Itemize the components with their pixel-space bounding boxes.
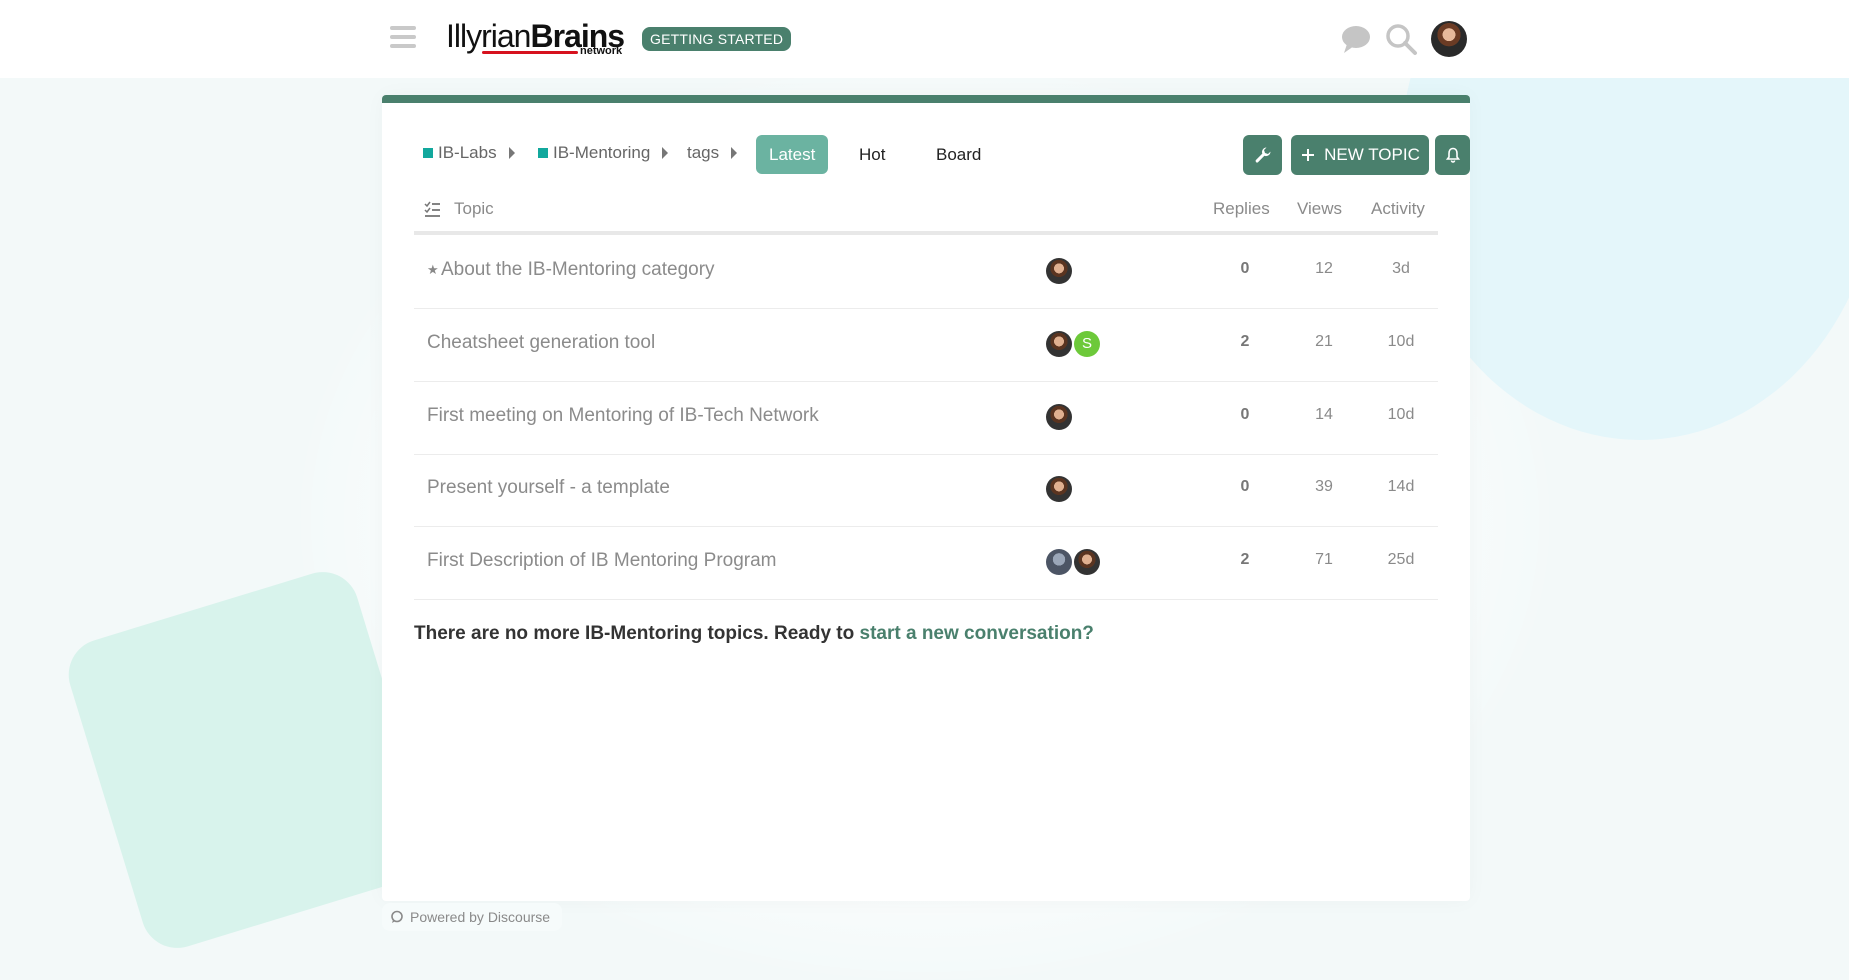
category-color-square [423,148,433,158]
views-count: 14 [1315,406,1333,423]
column-header-views[interactable]: Views [1297,199,1342,219]
plus-icon [1302,149,1315,161]
getting-started-badge[interactable]: GETTING STARTED [642,27,792,51]
hamburger-menu-icon[interactable] [390,26,416,50]
site-logo[interactable]: IllyrianBrains network [446,18,626,58]
activity-age[interactable]: 10d [1371,406,1431,424]
column-header-activity[interactable]: Activity [1371,199,1425,219]
table-row[interactable]: Present yourself - a template 0 39 14d [414,454,1438,527]
new-topic-label: NEW TOPIC [1324,145,1420,164]
poster-avatar[interactable] [1046,331,1072,357]
views-count: 21 [1315,333,1333,350]
topic-title-link[interactable]: Present yourself - a template [427,477,670,499]
poster-avatars [1046,476,1074,502]
poster-avatar[interactable] [1074,549,1100,575]
breadcrumb-category-ib-mentoring[interactable]: IB-Mentoring [538,143,669,163]
poster-avatar[interactable] [1046,258,1072,284]
breadcrumb-label: IB-Mentoring [553,143,651,162]
topic-list-header: Topic Replies Views Activity [414,191,1438,235]
replies-count: 2 [1240,333,1250,350]
poster-avatar[interactable] [1046,549,1072,575]
poster-avatars [1046,404,1074,430]
views-count: 12 [1315,260,1333,277]
breadcrumb-category-ib-labs[interactable]: IB-Labs [423,143,515,163]
navigation-bar: IB-Labs IB-Mentoring tags Latest Hot Boa… [414,135,1470,175]
replies-count: 2 [1240,551,1250,568]
wrench-button[interactable] [1243,135,1282,175]
tab-board[interactable]: Board [923,135,994,174]
category-color-square [538,148,548,158]
views-count: 71 [1315,551,1333,568]
topic-title-link[interactable]: ★ About the IB-Mentoring category [427,259,715,281]
table-row[interactable]: First meeting on Mentoring of IB-Tech Ne… [414,382,1438,455]
column-header-topic[interactable]: Topic [454,199,494,219]
powered-by-discourse-link[interactable]: Powered by Discourse [382,903,563,931]
topic-title-link[interactable]: Cheatsheet generation tool [427,332,655,354]
tab-hot[interactable]: Hot [846,135,898,174]
discourse-icon [391,910,403,923]
no-more-topics-message: There are no more IB-Mentoring topics. R… [414,623,1094,644]
table-row[interactable]: Cheatsheet generation tool S 2 21 10d [414,309,1438,382]
notifications-button[interactable] [1435,135,1470,175]
logo-underline [482,51,578,54]
user-avatar[interactable] [1431,21,1467,57]
category-color-bar [382,95,1470,103]
breadcrumb-tags[interactable]: tags [687,143,738,163]
caret-right-icon [508,147,515,159]
topic-list-card: IB-Labs IB-Mentoring tags Latest Hot Boa… [382,95,1470,901]
chat-icon[interactable] [1339,22,1373,56]
pin-icon: ★ [427,262,439,277]
activity-age[interactable]: 10d [1371,333,1431,351]
start-conversation-link[interactable]: start a new conversation? [860,623,1094,644]
poster-avatar[interactable] [1046,476,1072,502]
breadcrumb-label: IB-Labs [438,143,497,162]
activity-age[interactable]: 3d [1371,260,1431,278]
bulk-select-icon[interactable] [424,201,441,223]
views-count: 39 [1315,478,1333,495]
breadcrumb-label: tags [687,143,720,162]
caret-right-icon [662,147,669,159]
topic-title-link[interactable]: First Description of IB Mentoring Progra… [427,550,777,572]
wrench-icon [1255,147,1270,163]
replies-count: 0 [1240,260,1250,277]
poster-avatar-letter[interactable]: S [1074,331,1100,357]
logo-subtitle: network [580,45,623,57]
new-topic-button[interactable]: NEW TOPIC [1291,135,1429,175]
site-header: IllyrianBrains network GETTING STARTED [0,0,1849,78]
activity-age[interactable]: 25d [1371,551,1431,569]
replies-count: 0 [1240,406,1250,423]
table-row[interactable]: First Description of IB Mentoring Progra… [414,527,1438,600]
poster-avatars: S [1046,331,1102,357]
table-row[interactable]: ★ About the IB-Mentoring category 0 12 3d [414,236,1438,309]
replies-count: 0 [1240,478,1250,495]
caret-right-icon [731,147,738,159]
poster-avatars [1046,549,1102,575]
topic-title-link[interactable]: First meeting on Mentoring of IB-Tech Ne… [427,405,819,427]
tab-latest[interactable]: Latest [756,135,829,174]
activity-age[interactable]: 14d [1371,478,1431,496]
search-icon[interactable] [1384,22,1418,56]
column-header-replies[interactable]: Replies [1213,199,1270,219]
poster-avatar[interactable] [1046,404,1072,430]
bell-icon [1445,147,1460,163]
poster-avatars [1046,258,1074,284]
